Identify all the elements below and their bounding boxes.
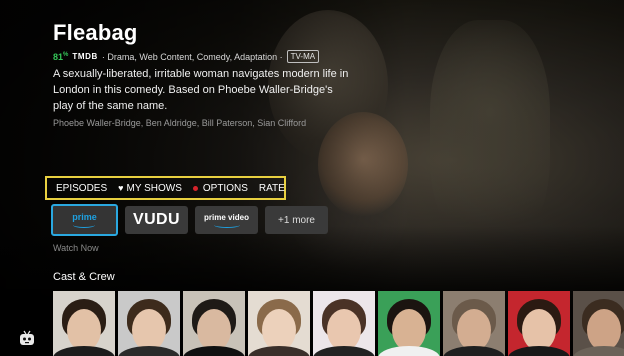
action-bar: EPISODES ♥ MY SHOWS OPTIONS RATE xyxy=(45,176,286,200)
show-detail-screen: Fleabag 81% TMDB · Drama, Web Content, C… xyxy=(0,0,624,356)
prime-video-logo: prime video xyxy=(204,213,249,228)
more-providers-button[interactable]: +1 more xyxy=(265,206,328,234)
cast-tile[interactable] xyxy=(573,291,624,356)
cast-tile[interactable] xyxy=(53,291,115,356)
watch-now-label: Watch Now xyxy=(53,243,99,253)
provider-prime-video[interactable]: prime video xyxy=(195,206,258,234)
options-dot-icon xyxy=(192,185,198,191)
options-button[interactable]: OPTIONS xyxy=(192,183,248,194)
cast-tile[interactable] xyxy=(508,291,570,356)
tmdb-label: TMDB xyxy=(72,52,98,61)
my-shows-button[interactable]: ♥ MY SHOWS xyxy=(118,183,182,194)
show-title: Fleabag xyxy=(53,20,138,45)
cast-tile[interactable] xyxy=(118,291,180,356)
show-description: A sexually-liberated, irritable woman na… xyxy=(53,68,349,112)
score-value: 81% xyxy=(53,51,69,62)
smile-arrow-icon xyxy=(73,222,96,228)
prime-logo: prime xyxy=(72,212,97,228)
vudu-logo: VUDU xyxy=(133,211,180,228)
provider-list: prime VUDU prime video +1 more xyxy=(51,204,328,236)
cast-crew-row xyxy=(53,291,624,356)
cast-tile[interactable] xyxy=(378,291,440,356)
cast-summary: Phoebe Waller-Bridge, Ben Aldridge, Bill… xyxy=(53,118,307,128)
heart-icon: ♥ xyxy=(118,183,124,193)
provider-vudu[interactable]: VUDU xyxy=(125,206,188,234)
smile-arrow-icon xyxy=(213,222,240,228)
cast-crew-heading: Cast & Crew xyxy=(53,271,115,283)
tv-mascot-icon xyxy=(20,330,34,345)
genres: · Drama, Web Content, Comedy, Adaptation… xyxy=(101,51,283,62)
cast-tile[interactable] xyxy=(443,291,505,356)
episodes-button[interactable]: EPISODES xyxy=(56,183,107,194)
content-rating-badge: TV-MA xyxy=(286,50,320,63)
provider-prime[interactable]: prime xyxy=(51,204,118,236)
rate-button[interactable]: RATE xyxy=(259,183,285,194)
cast-tile[interactable] xyxy=(313,291,375,356)
cast-tile[interactable] xyxy=(248,291,310,356)
cast-tile[interactable] xyxy=(183,291,245,356)
show-meta: 81% TMDB · Drama, Web Content, Comedy, A… xyxy=(53,50,320,63)
